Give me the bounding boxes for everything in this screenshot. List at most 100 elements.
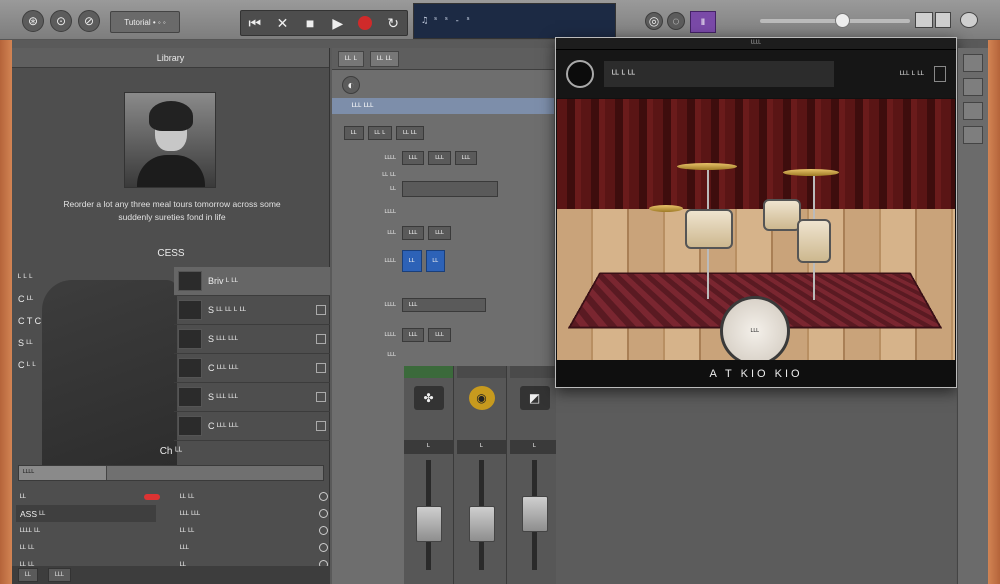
volume-fader[interactable] bbox=[522, 496, 548, 532]
output-icon[interactable]: ◩ bbox=[519, 386, 550, 410]
transport-controls: ⏮ ✕ ■ ▶ ↻ bbox=[240, 10, 408, 36]
settings-row[interactable]: ᴸᴸᴸ bbox=[180, 539, 328, 556]
footer-button[interactable]: ᴸᴸᴸ bbox=[47, 568, 71, 582]
preset-thumbnail bbox=[178, 300, 202, 320]
subtab[interactable]: ᴸᴸ ᴸᴸ bbox=[396, 126, 424, 140]
footer-button[interactable]: ᴸᴸ bbox=[18, 568, 38, 582]
record-button[interactable] bbox=[355, 13, 375, 33]
inspector-tab[interactable]: ᴸᴸ ᴸᴸ bbox=[370, 50, 400, 67]
preset-checkbox[interactable] bbox=[316, 421, 326, 431]
stop-icon[interactable]: ■ bbox=[300, 13, 320, 33]
floor-tom[interactable] bbox=[797, 219, 831, 263]
settings-row[interactable]: ᴸᴸ ᴸᴸ bbox=[180, 522, 328, 539]
inspector-toggle-icon[interactable]: ⊙ bbox=[50, 10, 72, 32]
param-field[interactable] bbox=[402, 181, 498, 197]
instrument-icon[interactable]: ✤ bbox=[413, 386, 444, 410]
hihat[interactable] bbox=[649, 205, 683, 212]
param-button[interactable]: ᴸᴸᴸ bbox=[454, 151, 478, 165]
rewind-icon[interactable]: ⏮ bbox=[245, 13, 265, 33]
search-scope[interactable]: ᴸᴸᴸᴸ bbox=[19, 466, 107, 480]
preset-checkbox[interactable] bbox=[316, 334, 326, 344]
preset-checkbox[interactable] bbox=[316, 363, 326, 373]
subtab[interactable]: ᴸᴸ bbox=[344, 126, 364, 140]
param-button[interactable]: ᴸᴸᴸ bbox=[402, 226, 425, 240]
param-button[interactable]: ᴸᴸᴸ bbox=[428, 151, 451, 165]
category-item[interactable]: ᴸ ᴸ ᴸ bbox=[18, 266, 78, 288]
settings-row[interactable]: ᴸᴸ ᴸᴸ bbox=[180, 488, 328, 505]
smart-controls-button[interactable]: Ⅱ bbox=[690, 11, 716, 33]
category-item[interactable]: C ᴸ ᴸ bbox=[18, 354, 78, 376]
subtab[interactable]: ᴸᴸ ᴸ bbox=[367, 126, 393, 140]
param-button-active[interactable]: ᴸᴸ bbox=[425, 250, 446, 272]
param-row: ᴸᴸᴸᴸ bbox=[332, 203, 554, 221]
param-button[interactable]: ᴸᴸᴸ bbox=[428, 226, 451, 240]
radio-icon[interactable] bbox=[319, 492, 328, 501]
sidebar-button-icon[interactable] bbox=[963, 126, 983, 144]
drummer-menu-icon[interactable] bbox=[934, 66, 946, 82]
param-button[interactable]: ᴸᴸᴸ bbox=[402, 328, 425, 342]
lcd-text: ♫ ˢ ˢ ‑ ˢ bbox=[422, 16, 471, 26]
cycle-icon[interactable]: ↻ bbox=[383, 13, 403, 33]
param-button[interactable]: ᴸᴸᴸ bbox=[428, 328, 451, 342]
radio-icon[interactable] bbox=[319, 543, 328, 552]
settings-row[interactable]: ᴸᴸ ᴸᴸ bbox=[16, 539, 156, 556]
play-icon[interactable]: ▶ bbox=[328, 13, 348, 33]
preset-item[interactable]: C ᴸᴸᴸ ᴸᴸᴸ bbox=[174, 354, 330, 383]
lcd-display[interactable]: ♫ ˢ ˢ ‑ ˢ bbox=[413, 3, 616, 39]
library-search-field[interactable]: ᴸᴸᴸᴸ bbox=[18, 465, 324, 481]
plugin-icon[interactable]: ◉ bbox=[468, 386, 495, 410]
count-in-icon[interactable]: ◌ bbox=[667, 12, 685, 30]
strip-header bbox=[404, 366, 453, 378]
preset-item[interactable]: Briv ᴸ ᴸᴸ bbox=[174, 267, 330, 296]
kick-drum[interactable]: ᴸᴸᴸ bbox=[720, 296, 790, 361]
preset-item[interactable]: C ᴸᴸᴸ ᴸᴸᴸ bbox=[174, 412, 330, 441]
preset-item[interactable]: S ᴸᴸᴸ ᴸᴸᴸ bbox=[174, 383, 330, 412]
param-button[interactable]: ᴸᴸᴸ bbox=[402, 298, 486, 312]
volume-fader[interactable] bbox=[469, 506, 495, 542]
library-toggle-icon[interactable]: ⊛ bbox=[22, 10, 44, 32]
master-volume-knob[interactable] bbox=[835, 13, 850, 28]
param-row: ᴸᴸᴸᴸ ᴸᴸ ᴸᴸ bbox=[332, 248, 554, 274]
preset-checkbox[interactable] bbox=[316, 305, 326, 315]
library-button[interactable]: Tutorial • ◦ ◦ bbox=[110, 11, 180, 33]
smart-controls-toggle-icon[interactable]: ⊘ bbox=[78, 10, 100, 32]
notepad-icon[interactable] bbox=[960, 12, 978, 28]
drummer-name-field[interactable]: ᴸᴸ ᴸ ᴸᴸ bbox=[604, 61, 834, 87]
settings-row-label: ᴸᴸᴸ ᴸᴸᴸ bbox=[180, 508, 201, 519]
drummer-footer: A T KIO KIO bbox=[556, 360, 956, 387]
radio-icon[interactable] bbox=[319, 509, 328, 518]
drummer-genre[interactable]: ᴸᴸᴸ ᴸ ᴸᴸ bbox=[900, 69, 924, 79]
settings-row[interactable]: ASS ᴸᴸ bbox=[16, 505, 156, 522]
tuner-icon[interactable]: ◎ bbox=[645, 12, 663, 30]
preset-item[interactable]: S ᴸᴸᴸ ᴸᴸᴸ bbox=[174, 325, 330, 354]
category-item[interactable]: C ᴸᴸ bbox=[18, 288, 78, 310]
param-row: ᴸᴸᴸ ᴸᴸᴸ ᴸᴸᴸ bbox=[332, 224, 554, 242]
settings-row-label: ᴸᴸ ᴸᴸ bbox=[180, 491, 195, 502]
drummer-logo-icon bbox=[566, 60, 594, 88]
power-icon[interactable]: ◐ bbox=[342, 76, 360, 94]
category-item[interactable]: S ᴸᴸ bbox=[18, 332, 78, 354]
radio-icon[interactable] bbox=[319, 526, 328, 535]
sidebar-button-icon[interactable] bbox=[963, 102, 983, 120]
drummer-header: ᴸᴸ ᴸ ᴸᴸ ᴸᴸᴸ ᴸ ᴸᴸ bbox=[556, 50, 956, 98]
browser-icon[interactable] bbox=[935, 12, 951, 28]
settings-row[interactable]: ᴸᴸᴸᴸ ᴸᴸ bbox=[16, 522, 156, 539]
inspector-tab[interactable]: ᴸᴸ ᴸ bbox=[338, 50, 364, 67]
category-item[interactable]: C T C bbox=[18, 310, 78, 332]
param-button[interactable]: ᴸᴸᴸ bbox=[402, 151, 425, 165]
tom-drum[interactable] bbox=[763, 199, 801, 231]
settings-row[interactable]: ᴸᴸ bbox=[16, 488, 156, 505]
preset-checkbox[interactable] bbox=[316, 392, 326, 402]
cymbal[interactable] bbox=[677, 163, 737, 170]
region-header[interactable]: ᴸᴸᴸ ᴸᴸᴸ bbox=[332, 98, 554, 114]
param-button-active[interactable]: ᴸᴸ bbox=[402, 250, 422, 272]
cymbal[interactable] bbox=[783, 169, 839, 176]
settings-row[interactable]: ᴸᴸᴸ ᴸᴸᴸ bbox=[180, 505, 328, 522]
volume-fader[interactable] bbox=[416, 506, 442, 542]
sidebar-button-icon[interactable] bbox=[963, 54, 983, 72]
snare-drum[interactable] bbox=[685, 209, 733, 249]
list-editors-icon[interactable] bbox=[915, 12, 933, 28]
fast-forward-icon[interactable]: ✕ bbox=[272, 13, 292, 33]
sidebar-button-icon[interactable] bbox=[963, 78, 983, 96]
preset-item[interactable]: S ᴸᴸ ᴸᴸ ᴸ ᴸᴸ bbox=[174, 296, 330, 325]
